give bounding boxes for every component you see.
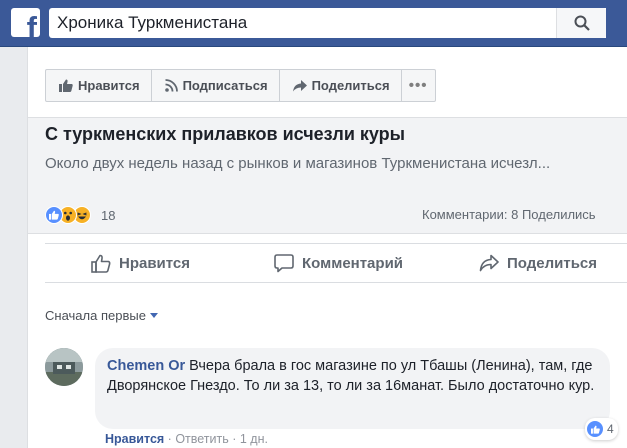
rss-icon [164,79,178,92]
thumbs-up-icon [59,79,73,92]
link-title[interactable]: С туркменских прилавков исчезли куры [45,124,405,145]
post-comment-button[interactable]: Комментарий [274,244,403,282]
reaction-count[interactable]: 18 [101,208,115,223]
share-outline-icon [479,254,499,272]
more-icon: ••• [408,77,428,94]
page-action-buttons: Нравится Подписаться Поделиться ••• [45,69,436,102]
post-actions-bar: Нравится Комментарий Поделиться [45,243,627,283]
comment-bubble: Chemen Or Вчера брала в гос магазине по у… [95,348,610,429]
reaction-summary[interactable]: 18 [45,206,115,224]
thumbs-up-outline-icon [91,254,111,273]
facebook-logo-icon[interactable]: f [11,8,40,37]
page-like-button[interactable]: Нравится [45,69,152,102]
comment-sort-label: Сначала первые [45,308,146,323]
comment-sort-dropdown[interactable]: Сначала первые [45,308,158,323]
comment-meta: Нравится · Ответить · 1 дн. [105,432,268,446]
comment-share-stats[interactable]: Комментарии: 8 Поделились [422,207,596,222]
left-gutter [0,47,27,448]
comment-reaction-count: 4 [607,422,614,436]
post-card: Нравится Подписаться Поделиться ••• С ту… [27,47,627,448]
post-share-button[interactable]: Поделиться [479,244,597,282]
comment-author[interactable]: Chemen Or [107,358,185,374]
comment-timestamp[interactable]: 1 дн. [240,432,268,446]
comment-bubble-icon [274,254,294,273]
comment-like-link[interactable]: Нравится [105,432,164,446]
more-options-button[interactable]: ••• [400,69,436,102]
comment-reaction-badge[interactable]: 4 [585,418,618,440]
like-reaction-icon [587,421,603,437]
like-reaction-icon [45,206,63,224]
caret-down-icon [149,313,158,318]
post-like-button[interactable]: Нравится [91,244,190,282]
commenter-avatar[interactable] [45,348,83,386]
top-navigation-bar: f [0,0,627,47]
search-icon [574,15,590,31]
reaction-icons [45,206,91,224]
search-box [49,8,606,38]
link-description: Около двух недель назад с рынков и магаз… [45,155,551,172]
separator-dot: · [232,432,240,446]
search-input[interactable] [49,8,559,38]
page-share-button[interactable]: Поделиться [278,69,402,102]
comment-reply-link[interactable]: Ответить [175,432,228,446]
share-arrow-icon [292,79,307,91]
search-button[interactable] [556,8,606,38]
page-follow-button[interactable]: Подписаться [150,69,280,102]
